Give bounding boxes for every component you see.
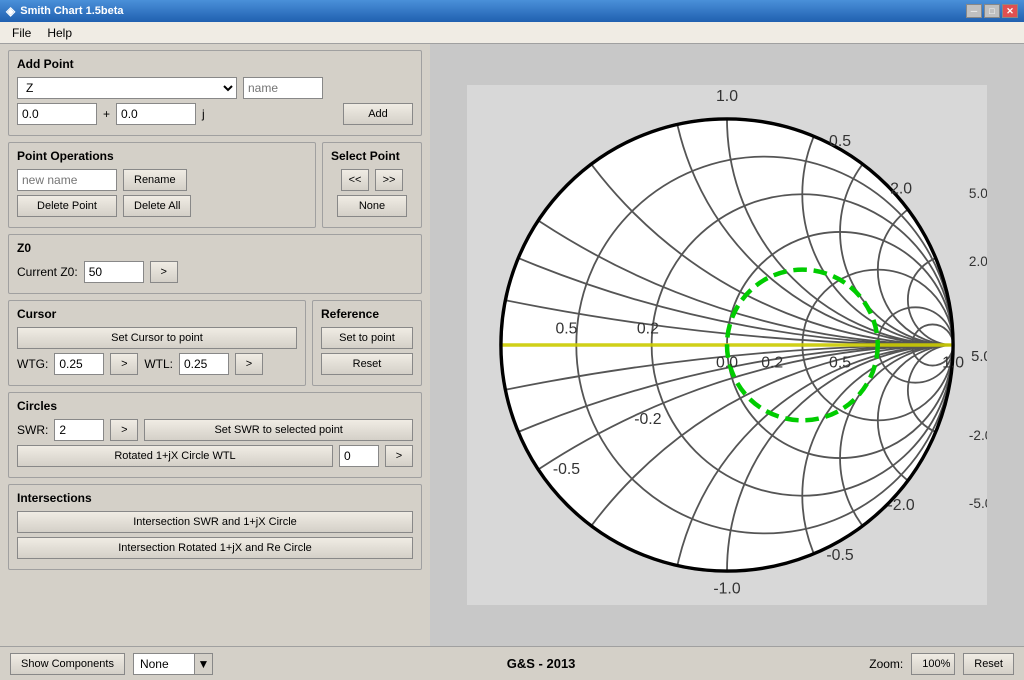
- window-controls: ─ □ ✕: [966, 4, 1018, 18]
- close-button[interactable]: ✕: [1002, 4, 1018, 18]
- prev-point-button[interactable]: <<: [341, 169, 369, 191]
- smith-chart-svg: 0.2 0.5 1.0 0.0 5.0 1.0 0.5 2.0 2.0 -1.0…: [467, 85, 987, 605]
- none-point-button[interactable]: None: [337, 195, 407, 217]
- svg-text:5.0: 5.0: [971, 349, 987, 365]
- rotated-value-input[interactable]: [339, 445, 379, 467]
- add-button[interactable]: Add: [343, 103, 413, 125]
- real-value-input[interactable]: [17, 103, 97, 125]
- swr-label: SWR:: [17, 423, 48, 437]
- maximize-button[interactable]: □: [984, 4, 1000, 18]
- wtg-input[interactable]: [54, 353, 104, 375]
- rotated-circle-button[interactable]: Rotated 1+jX Circle WTL: [17, 445, 333, 467]
- swr-set-btn[interactable]: >: [110, 419, 138, 441]
- imag-value-input[interactable]: [116, 103, 196, 125]
- point-operations-section: Point Operations Rename Delete Point Del…: [8, 142, 316, 228]
- svg-text:2.0: 2.0: [890, 181, 912, 198]
- wtl-input[interactable]: [179, 353, 229, 375]
- dropdown-arrow-icon[interactable]: ▼: [194, 654, 212, 674]
- circles-title: Circles: [17, 399, 413, 413]
- menu-bar: File Help: [0, 22, 1024, 44]
- intersections-section: Intersections Intersection SWR and 1+jX …: [8, 484, 422, 570]
- menu-help[interactable]: Help: [39, 24, 80, 42]
- z0-value-input[interactable]: [84, 261, 144, 283]
- app-icon: ◈: [6, 4, 15, 18]
- wtl-button[interactable]: >: [235, 353, 263, 375]
- cursor-title: Cursor: [17, 307, 297, 321]
- j-sign: j: [202, 107, 205, 121]
- new-name-input[interactable]: [17, 169, 117, 191]
- svg-text:-0.5: -0.5: [826, 547, 853, 564]
- set-swr-selected-button[interactable]: Set SWR to selected point: [144, 419, 413, 441]
- svg-text:1.0: 1.0: [716, 88, 738, 105]
- current-z0-label: Current Z0:: [17, 265, 78, 279]
- wtg-label: WTG:: [17, 357, 48, 371]
- plus-sign: +: [103, 107, 110, 121]
- svg-text:5.0: 5.0: [969, 186, 987, 201]
- z0-title: Z0: [17, 241, 413, 255]
- delete-point-button[interactable]: Delete Point: [17, 195, 117, 217]
- svg-text:-0.5: -0.5: [553, 461, 580, 478]
- select-point-section: Select Point << >> None: [322, 142, 422, 228]
- wtg-button[interactable]: >: [110, 353, 138, 375]
- intersection-rotated-button[interactable]: Intersection Rotated 1+jX and Re Circle: [17, 537, 413, 559]
- reference-title: Reference: [321, 307, 413, 321]
- app-title: Smith Chart 1.5beta: [20, 5, 123, 17]
- svg-text:0.5: 0.5: [555, 321, 577, 338]
- rename-button[interactable]: Rename: [123, 169, 187, 191]
- zoom-value[interactable]: 100%: [911, 653, 955, 675]
- title-bar: ◈ Smith Chart 1.5beta ─ □ ✕: [0, 0, 1024, 22]
- svg-text:-5.0: -5.0: [969, 496, 987, 511]
- main-layout: Add Point Z Y S + j Add Point Operations: [0, 44, 1024, 646]
- circles-section: Circles SWR: > Set SWR to selected point…: [8, 392, 422, 478]
- svg-text:0.5: 0.5: [829, 133, 851, 150]
- reference-reset-button[interactable]: Reset: [321, 353, 413, 375]
- rotated-set-btn[interactable]: >: [385, 445, 413, 467]
- intersection-swr-button[interactable]: Intersection SWR and 1+jX Circle: [17, 511, 413, 533]
- none-dropdown[interactable]: None ▼: [133, 653, 213, 675]
- bottom-bar: Show Components None ▼ G&S - 2013 Zoom: …: [0, 646, 1024, 680]
- none-dropdown-value: None: [134, 657, 194, 671]
- show-components-button[interactable]: Show Components: [10, 653, 125, 675]
- svg-text:-0.2: -0.2: [634, 411, 661, 428]
- next-point-button[interactable]: >>: [375, 169, 403, 191]
- smith-chart: 0.2 0.5 1.0 0.0 5.0 1.0 0.5 2.0 2.0 -1.0…: [467, 85, 987, 605]
- svg-text:0.2: 0.2: [761, 355, 783, 372]
- set-to-point-button[interactable]: Set to point: [321, 327, 413, 349]
- svg-text:-2.0: -2.0: [969, 428, 987, 443]
- svg-text:-2.0: -2.0: [887, 497, 914, 514]
- svg-text:0.0: 0.0: [716, 355, 738, 372]
- z0-section: Z0 Current Z0: >: [8, 234, 422, 294]
- gs-credit: G&S - 2013: [507, 656, 576, 671]
- bottom-reset-button[interactable]: Reset: [963, 653, 1014, 675]
- point-type-select[interactable]: Z Y S: [17, 77, 237, 99]
- select-point-title: Select Point: [331, 149, 413, 163]
- delete-all-button[interactable]: Delete All: [123, 195, 191, 217]
- left-panel: Add Point Z Y S + j Add Point Operations: [0, 44, 430, 646]
- svg-text:1.0: 1.0: [942, 355, 964, 372]
- menu-file[interactable]: File: [4, 24, 39, 42]
- intersections-title: Intersections: [17, 491, 413, 505]
- reference-section: Reference Set to point Reset: [312, 300, 422, 386]
- svg-text:0.2: 0.2: [637, 321, 659, 338]
- add-point-title: Add Point: [17, 57, 413, 71]
- point-name-input[interactable]: [243, 77, 323, 99]
- cursor-section: Cursor Set Cursor to point WTG: > WTL: >: [8, 300, 306, 386]
- wtl-label: WTL:: [144, 357, 173, 371]
- minimize-button[interactable]: ─: [966, 4, 982, 18]
- smith-chart-panel: 0.2 0.5 1.0 0.0 5.0 1.0 0.5 2.0 2.0 -1.0…: [430, 44, 1024, 646]
- swr-value-input[interactable]: [54, 419, 104, 441]
- zoom-label: Zoom:: [869, 657, 903, 671]
- svg-text:0.5: 0.5: [829, 355, 851, 372]
- svg-text:-1.0: -1.0: [713, 581, 740, 598]
- point-operations-title: Point Operations: [17, 149, 307, 163]
- add-point-section: Add Point Z Y S + j Add: [8, 50, 422, 136]
- svg-text:2.0: 2.0: [969, 254, 987, 269]
- z0-set-button[interactable]: >: [150, 261, 178, 283]
- set-cursor-button[interactable]: Set Cursor to point: [17, 327, 297, 349]
